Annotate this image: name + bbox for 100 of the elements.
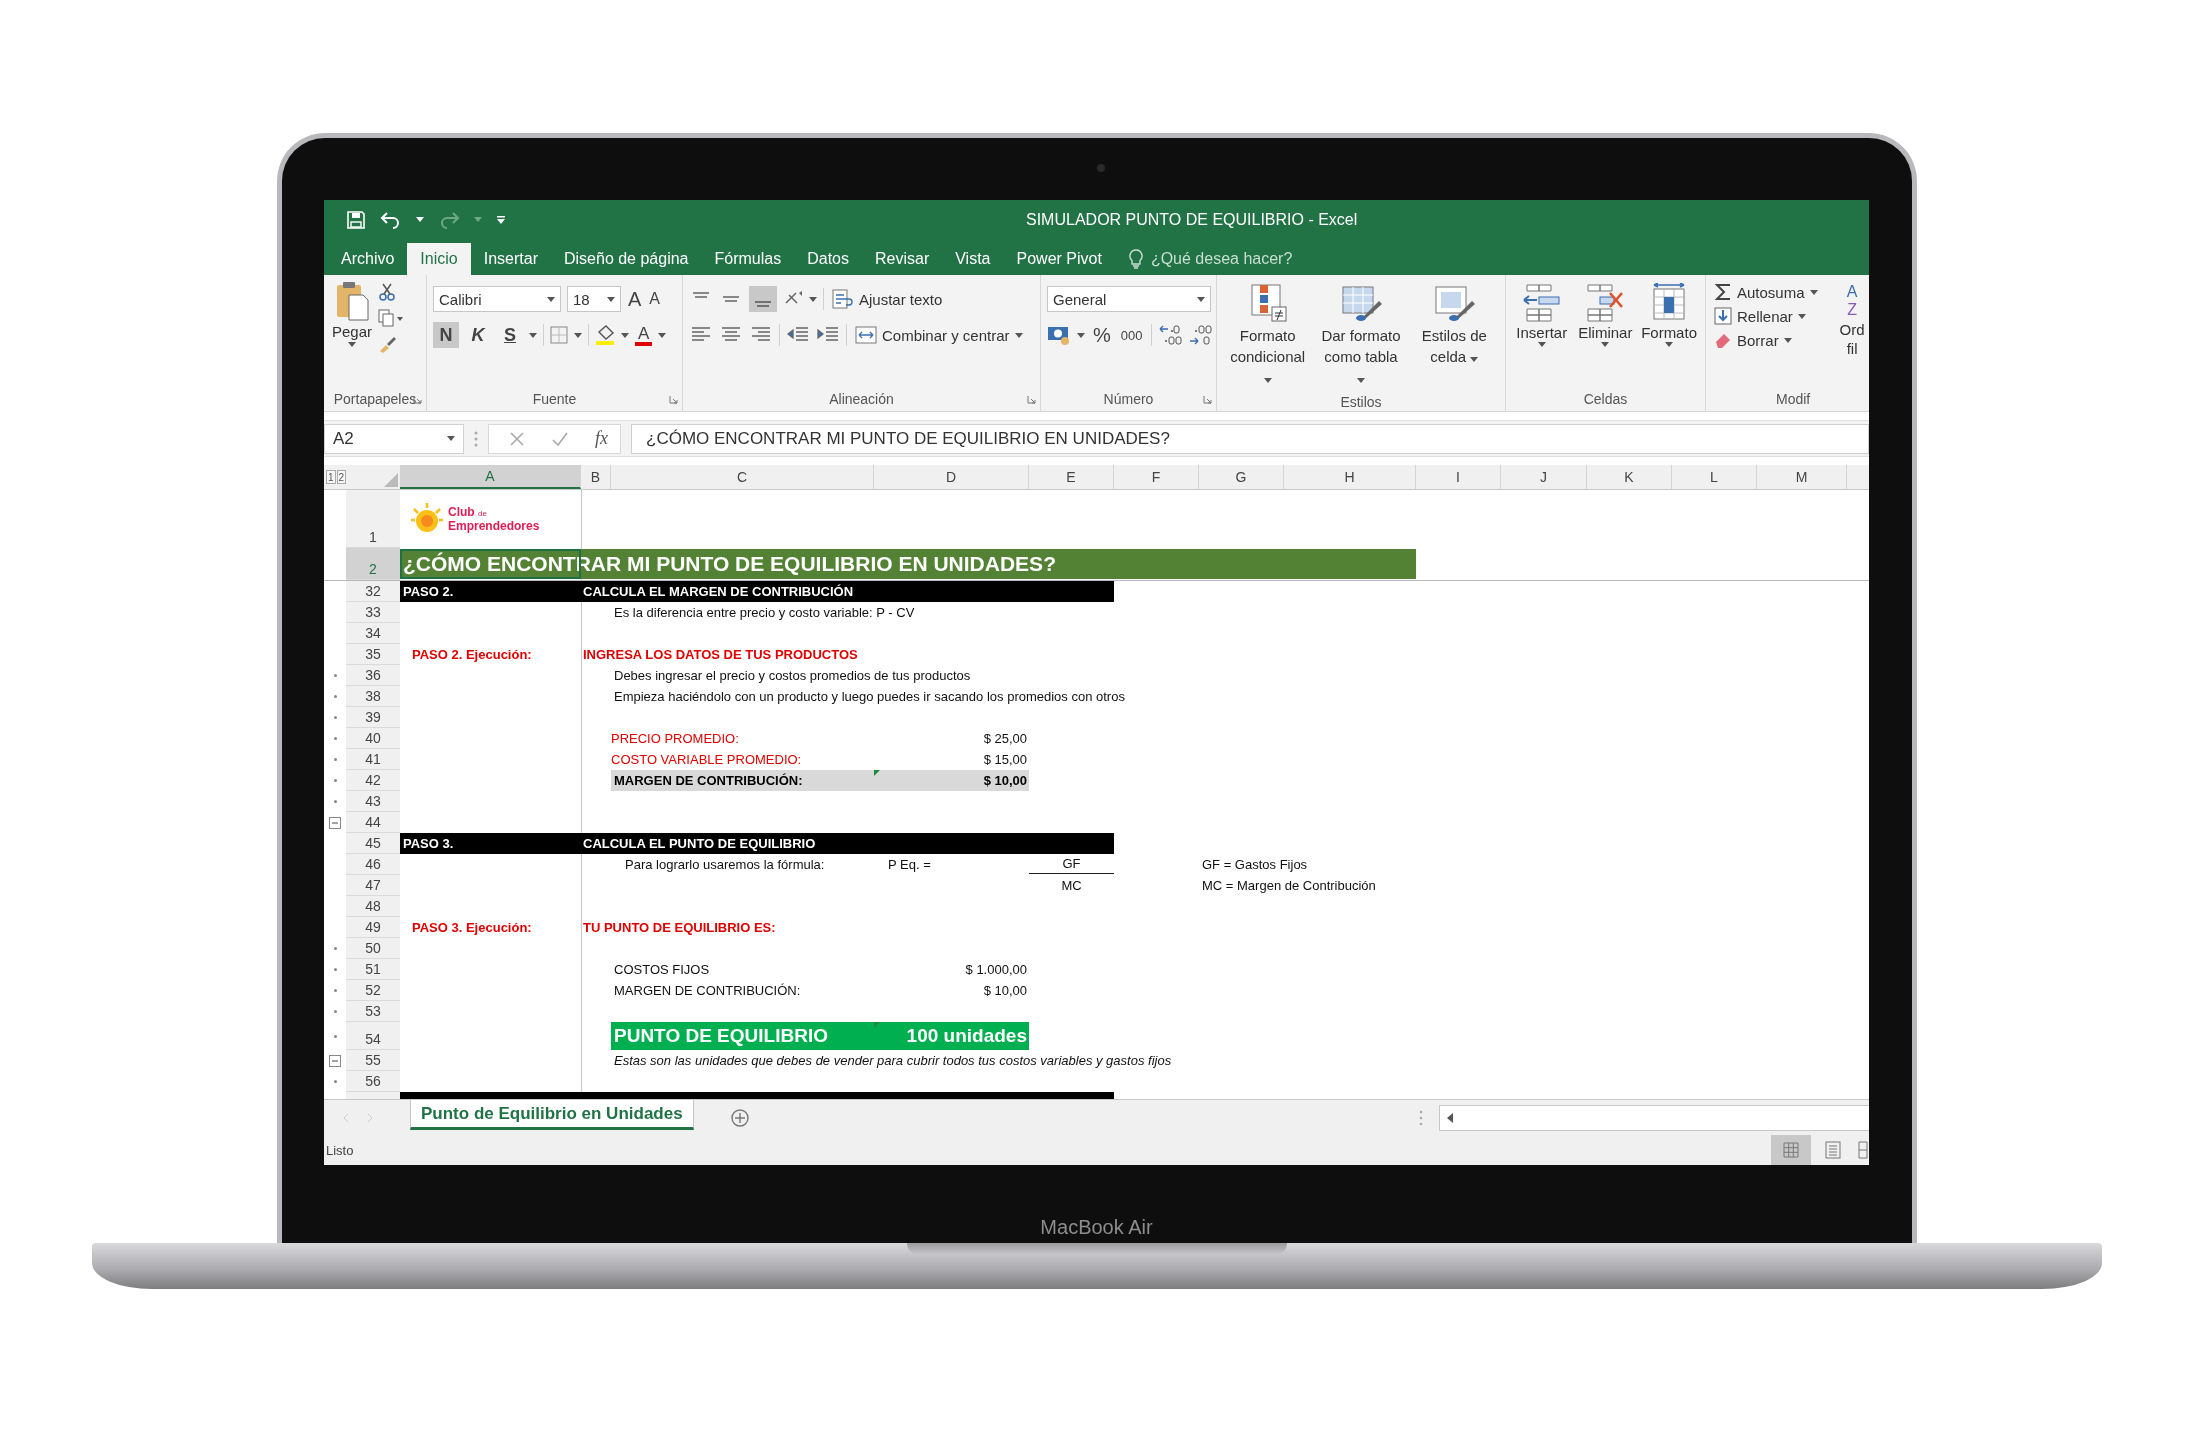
ribbon-tab[interactable]: Inicio <box>407 243 471 275</box>
cells-button[interactable]: Eliminar <box>1575 279 1636 351</box>
row-header[interactable]: 47 <box>346 875 400 896</box>
row-header[interactable]: 49 <box>346 917 400 938</box>
column-header[interactable]: F <box>1114 465 1199 489</box>
column-header[interactable]: B <box>581 465 611 489</box>
column-header[interactable]: M <box>1757 465 1847 489</box>
row-header[interactable]: 45 <box>346 833 400 854</box>
styles-button[interactable]: Formato condicional <box>1223 279 1313 392</box>
drag-handle-icon[interactable] <box>474 429 478 448</box>
column-header[interactable]: D <box>874 465 1029 489</box>
horizontal-scrollbar[interactable] <box>1439 1104 1869 1131</box>
row-header[interactable]: 48 <box>346 896 400 917</box>
fill-color-icon[interactable] <box>595 324 615 346</box>
editing-button[interactable]: Borrar <box>1712 329 1820 351</box>
row-header[interactable]: 33 <box>346 602 400 623</box>
check-icon[interactable] <box>551 430 569 447</box>
font-style-button[interactable]: S <box>497 322 523 348</box>
cells-button[interactable]: Insertar <box>1512 279 1572 351</box>
column-header[interactable]: I <box>1416 465 1501 489</box>
column-header[interactable]: K <box>1587 465 1672 489</box>
row-header[interactable]: 46 <box>346 854 400 875</box>
dialog-launcher-icon[interactable] <box>1027 394 1036 404</box>
tell-me-field[interactable]: ¿Qué desea hacer? <box>1128 243 1323 275</box>
merge-center-button[interactable]: Combinar y centrar <box>853 324 1025 346</box>
editing-button[interactable]: Autosuma <box>1712 281 1820 303</box>
row-header[interactable]: 54 <box>346 1022 400 1050</box>
ribbon-tab[interactable]: Insertar <box>470 243 551 275</box>
caret-icon[interactable] <box>529 332 537 338</box>
row-header[interactable]: 55 <box>346 1050 400 1071</box>
dialog-launcher-icon[interactable] <box>669 394 678 404</box>
paste-button[interactable]: Pegar <box>330 279 375 351</box>
row-header[interactable]: 2 <box>346 548 400 580</box>
column-header[interactable]: G <box>1199 465 1284 489</box>
styles-button[interactable]: Dar formato como tabla <box>1316 279 1406 392</box>
column-header[interactable]: J <box>1501 465 1587 489</box>
row-header[interactable]: 56 <box>346 1071 400 1092</box>
ribbon-tab[interactable]: Vista <box>942 243 1004 275</box>
cells-button[interactable]: Formato <box>1639 279 1699 351</box>
column-header[interactable]: C <box>611 465 874 489</box>
name-box[interactable]: A2 <box>324 423 464 454</box>
column-header[interactable]: E <box>1029 465 1114 489</box>
row-header[interactable]: 1 <box>346 490 400 548</box>
font-size-field[interactable]: 18 <box>567 286 621 312</box>
undo-icon[interactable] <box>380 210 402 230</box>
drag-handle-icon[interactable] <box>1419 1109 1423 1126</box>
row-header[interactable]: 52 <box>346 980 400 1001</box>
caret-icon[interactable] <box>574 332 582 338</box>
outline-level-button[interactable]: 1 <box>326 470 336 484</box>
formula-field[interactable]: ¿CÓMO ENCONTRAR MI PUNTO DE EQUILIBRIO EN UNIDADES? <box>631 423 1869 454</box>
column-header[interactable]: L <box>1672 465 1757 489</box>
ribbon-tab[interactable]: Diseño de página <box>550 243 702 275</box>
add-sheet-icon[interactable] <box>729 1107 750 1128</box>
percent-button[interactable]: % <box>1091 323 1113 347</box>
font-style-button[interactable]: N <box>433 322 459 348</box>
row-header[interactable]: 44 <box>346 812 400 833</box>
caret-icon[interactable] <box>1077 332 1085 338</box>
save-icon[interactable] <box>346 210 366 230</box>
row-header[interactable]: 36 <box>346 665 400 686</box>
collapse-icon[interactable] <box>329 816 341 829</box>
dialog-launcher-icon[interactable] <box>1203 394 1212 404</box>
decrease-decimal-icon[interactable] <box>1187 323 1212 347</box>
row-header[interactable]: 53 <box>346 1001 400 1022</box>
grow-font-button[interactable]: A <box>627 289 643 309</box>
insert-function-button[interactable]: fx <box>595 428 608 449</box>
font-style-button[interactable]: K <box>465 322 491 348</box>
normal-view-icon[interactable] <box>1771 1135 1811 1165</box>
row-header[interactable]: 50 <box>346 938 400 959</box>
copy-icon[interactable] <box>378 309 405 327</box>
column-header[interactable]: A <box>400 465 581 489</box>
number-format-field[interactable]: General <box>1047 286 1211 312</box>
outline-level-button[interactable]: 2 <box>336 470 346 484</box>
caret-icon[interactable] <box>416 217 424 223</box>
ribbon-tab[interactable]: Power Pivot <box>1003 243 1115 275</box>
row-header[interactable]: 42 <box>346 770 400 791</box>
align-bottom-icon[interactable] <box>749 286 777 312</box>
sheet-tab[interactable]: Punto de Equilibrio en Unidades <box>410 1100 694 1130</box>
ribbon-tab[interactable]: Revisar <box>862 243 943 275</box>
editing-button[interactable]: Rellenar <box>1712 305 1820 327</box>
ribbon-tab[interactable]: Archivo <box>328 243 408 275</box>
currency-icon[interactable] <box>1047 324 1071 346</box>
increase-decimal-icon[interactable] <box>1157 323 1182 347</box>
row-header[interactable]: 34 <box>346 623 400 644</box>
styles-button[interactable]: Estilos de celda <box>1409 279 1499 371</box>
caret-icon[interactable] <box>658 332 667 338</box>
paintbrush-icon[interactable] <box>378 335 397 353</box>
thousands-button[interactable]: 000 <box>1118 327 1145 343</box>
row-header[interactable]: 32 <box>346 581 400 602</box>
row-header[interactable]: 38 <box>346 686 400 707</box>
row-header[interactable]: 43 <box>346 791 400 812</box>
shrink-font-button[interactable]: A <box>648 291 661 307</box>
collapse-icon[interactable] <box>329 1054 341 1067</box>
row-header[interactable]: 35 <box>346 644 400 665</box>
row-header[interactable]: 41 <box>346 749 400 770</box>
ribbon-tab[interactable]: Datos <box>794 243 862 275</box>
sort-filter-button[interactable]: A Z Ord fil <box>1837 279 1867 361</box>
scissors-icon[interactable] <box>378 283 397 301</box>
row-header[interactable]: 40 <box>346 728 400 749</box>
cancel-icon[interactable] <box>509 430 525 447</box>
customize-icon[interactable] <box>496 215 506 225</box>
